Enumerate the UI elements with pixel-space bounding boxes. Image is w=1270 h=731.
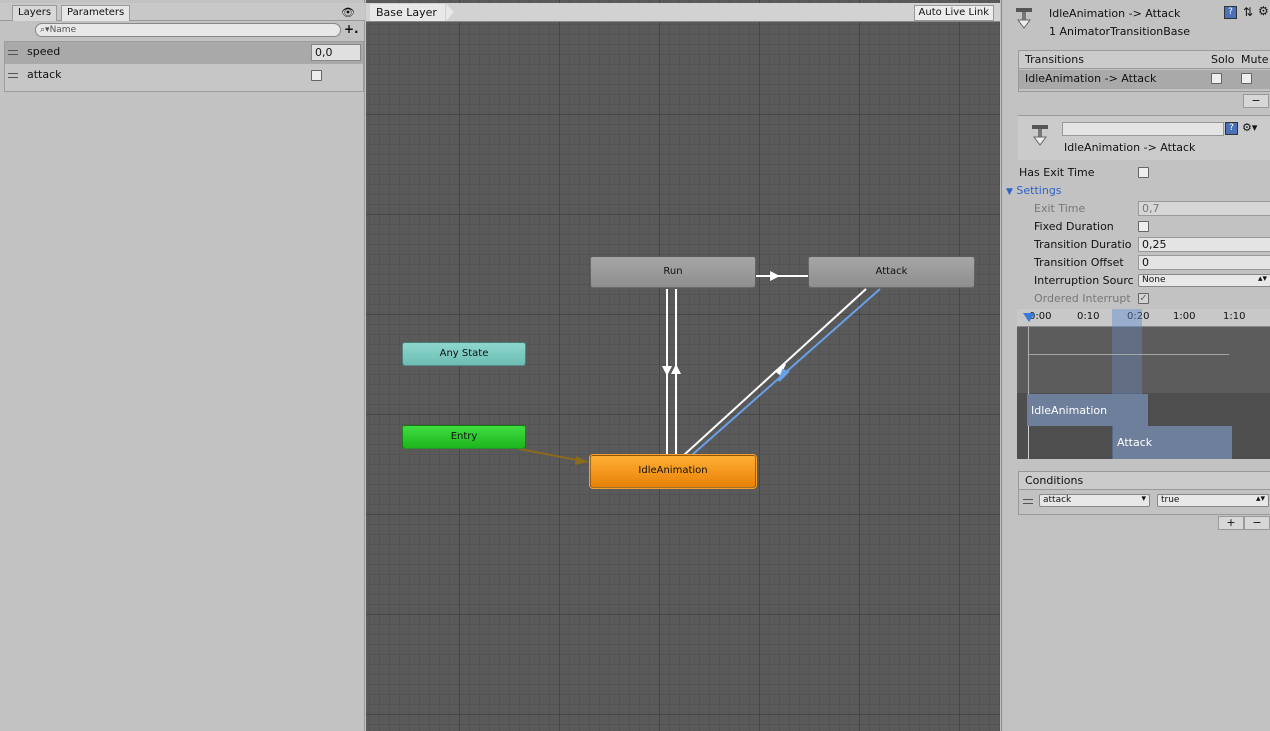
arrow-head-icon — [575, 456, 588, 465]
has-exit-time-checkbox[interactable] — [1138, 167, 1149, 178]
gear-icon[interactable]: ⚙ — [1258, 4, 1269, 18]
preset-icon[interactable]: ⇅ — [1243, 5, 1253, 19]
arrow-head-icon — [770, 271, 780, 281]
transitions-header: Transitions Solo Mute — [1019, 51, 1270, 69]
interruption-source-dropdown[interactable]: None ▴▾ — [1138, 274, 1270, 287]
transition-icon — [1016, 8, 1032, 29]
transition-offset-label: Transition Offset — [1034, 256, 1124, 269]
list-item[interactable]: speed 0,0 — [5, 42, 363, 64]
state-node-attack[interactable]: Attack — [808, 256, 975, 288]
tab-parameters[interactable]: Parameters — [61, 5, 131, 21]
help-icon[interactable]: ? — [1224, 6, 1237, 19]
parameter-name: attack — [27, 68, 62, 81]
condition-value-dropdown[interactable]: true ▴▾ — [1157, 494, 1269, 507]
help-icon[interactable]: ? — [1225, 122, 1238, 135]
parameters-panel: Layers Parameters 👁 ⌕▾Name +. speed 0,0 … — [0, 0, 365, 731]
dropdown-arrow-icon: ▴▾ — [1257, 274, 1267, 284]
transition-row-label: IdleAnimation -> Attack — [1025, 72, 1157, 85]
ordered-interrupt-checkbox: ✓ — [1138, 293, 1149, 304]
ordered-interrupt-label: Ordered Interrupt — [1034, 292, 1131, 305]
search-input[interactable]: ⌕▾Name — [35, 23, 341, 37]
arrow-head-icon — [671, 364, 681, 374]
timeline-upper-band — [1017, 327, 1270, 393]
transition-offset-field[interactable]: 0 — [1138, 255, 1270, 270]
list-item[interactable]: attack — [5, 65, 363, 87]
settings-foldout[interactable]: ▼ Settings — [1006, 184, 1062, 197]
tick-label: 0:10 — [1077, 311, 1100, 322]
search-icon: ⌕▾ — [40, 25, 50, 35]
to-state-clip[interactable]: Attack — [1113, 426, 1232, 459]
transition-name-label: IdleAnimation -> Attack — [1064, 141, 1196, 154]
dropdown-arrow-icon: ▾ — [1141, 494, 1146, 504]
triangle-down-icon: ▼ — [1006, 187, 1013, 197]
state-node-entry[interactable]: Entry — [402, 425, 526, 449]
state-node-idle-animation[interactable]: IdleAnimation — [590, 455, 756, 488]
remove-transition-button[interactable]: − — [1243, 94, 1269, 108]
timeline-ruler: 0:00 0:10 0:20 1:00 1:10 — [1017, 309, 1270, 327]
transitions-header-label: Transitions — [1025, 53, 1084, 66]
tick-label: 1:00 — [1173, 311, 1196, 322]
drag-handle-icon[interactable] — [1023, 499, 1033, 504]
conditions-list: Conditions attack ▾ true ▴▾ — [1018, 471, 1270, 515]
mute-checkbox[interactable] — [1241, 73, 1252, 84]
transition-attack-idle[interactable] — [683, 288, 867, 456]
exit-time-label: Exit Time — [1034, 202, 1086, 215]
parameter-value-field[interactable]: 0,0 — [311, 44, 361, 61]
fixed-duration-checkbox[interactable] — [1138, 221, 1149, 232]
animator-graph[interactable]: Base Layer Auto Live Link Run Attack Any… — [366, 0, 1000, 731]
playhead-marker-icon[interactable] — [1023, 313, 1035, 322]
fixed-duration-label: Fixed Duration — [1034, 220, 1114, 233]
tick-label: 1:10 — [1223, 311, 1246, 322]
add-condition-button[interactable]: + — [1218, 516, 1244, 530]
drag-handle-icon[interactable] — [8, 73, 18, 78]
drag-handle-icon[interactable] — [8, 50, 18, 55]
gear-icon[interactable]: ⚙▾ — [1242, 121, 1257, 134]
conditions-header: Conditions — [1019, 472, 1270, 490]
inspector-title: IdleAnimation -> Attack — [1049, 7, 1181, 20]
from-state-clip[interactable]: IdleAnimation — [1027, 394, 1148, 426]
dropdown-arrow-icon: ▴▾ — [1255, 494, 1265, 504]
mute-header: Mute — [1241, 53, 1269, 66]
transition-name-field[interactable] — [1062, 122, 1224, 136]
eye-icon[interactable]: 👁 — [341, 6, 355, 19]
transition-icon — [1032, 125, 1048, 146]
transition-timeline[interactable]: 0:00 0:10 0:20 1:00 1:10 IdleAnimation A… — [1017, 309, 1270, 459]
tab-layers[interactable]: Layers — [12, 5, 58, 21]
inspector-subtitle: 1 AnimatorTransitionBase — [1049, 25, 1191, 38]
remove-condition-button[interactable]: − — [1244, 516, 1270, 530]
state-node-run[interactable]: Run — [590, 256, 756, 288]
transitions-list: Transitions Solo Mute IdleAnimation -> A… — [1018, 50, 1270, 92]
transition-header: ? ⚙▾ IdleAnimation -> Attack — [1018, 115, 1270, 160]
transition-duration-field[interactable]: 0,25 — [1138, 237, 1270, 252]
interruption-source-label: Interruption Sourc — [1034, 274, 1134, 287]
condition-row[interactable]: attack ▾ true ▴▾ — [1019, 491, 1270, 513]
parameter-name: speed — [27, 45, 61, 58]
transition-duration-label: Transition Duratio — [1034, 238, 1132, 251]
solo-header: Solo — [1211, 53, 1235, 66]
inspector-panel: IdleAnimation -> Attack 1 AnimatorTransi… — [1001, 0, 1270, 731]
solo-checkbox[interactable] — [1211, 73, 1222, 84]
exit-time-field: 0,7 — [1138, 201, 1270, 216]
state-node-any-state[interactable]: Any State — [402, 342, 526, 366]
parameter-trigger-checkbox[interactable] — [311, 70, 322, 81]
has-exit-time-label: Has Exit Time — [1019, 166, 1095, 179]
condition-parameter-dropdown[interactable]: attack ▾ — [1039, 494, 1150, 507]
add-parameter-button[interactable]: +. — [344, 22, 359, 36]
parameter-list: speed 0,0 attack — [4, 41, 364, 92]
table-row[interactable]: IdleAnimation -> Attack — [1019, 70, 1270, 89]
panel-tabs: Layers Parameters 👁 — [0, 3, 365, 21]
arrow-head-icon — [662, 366, 672, 376]
